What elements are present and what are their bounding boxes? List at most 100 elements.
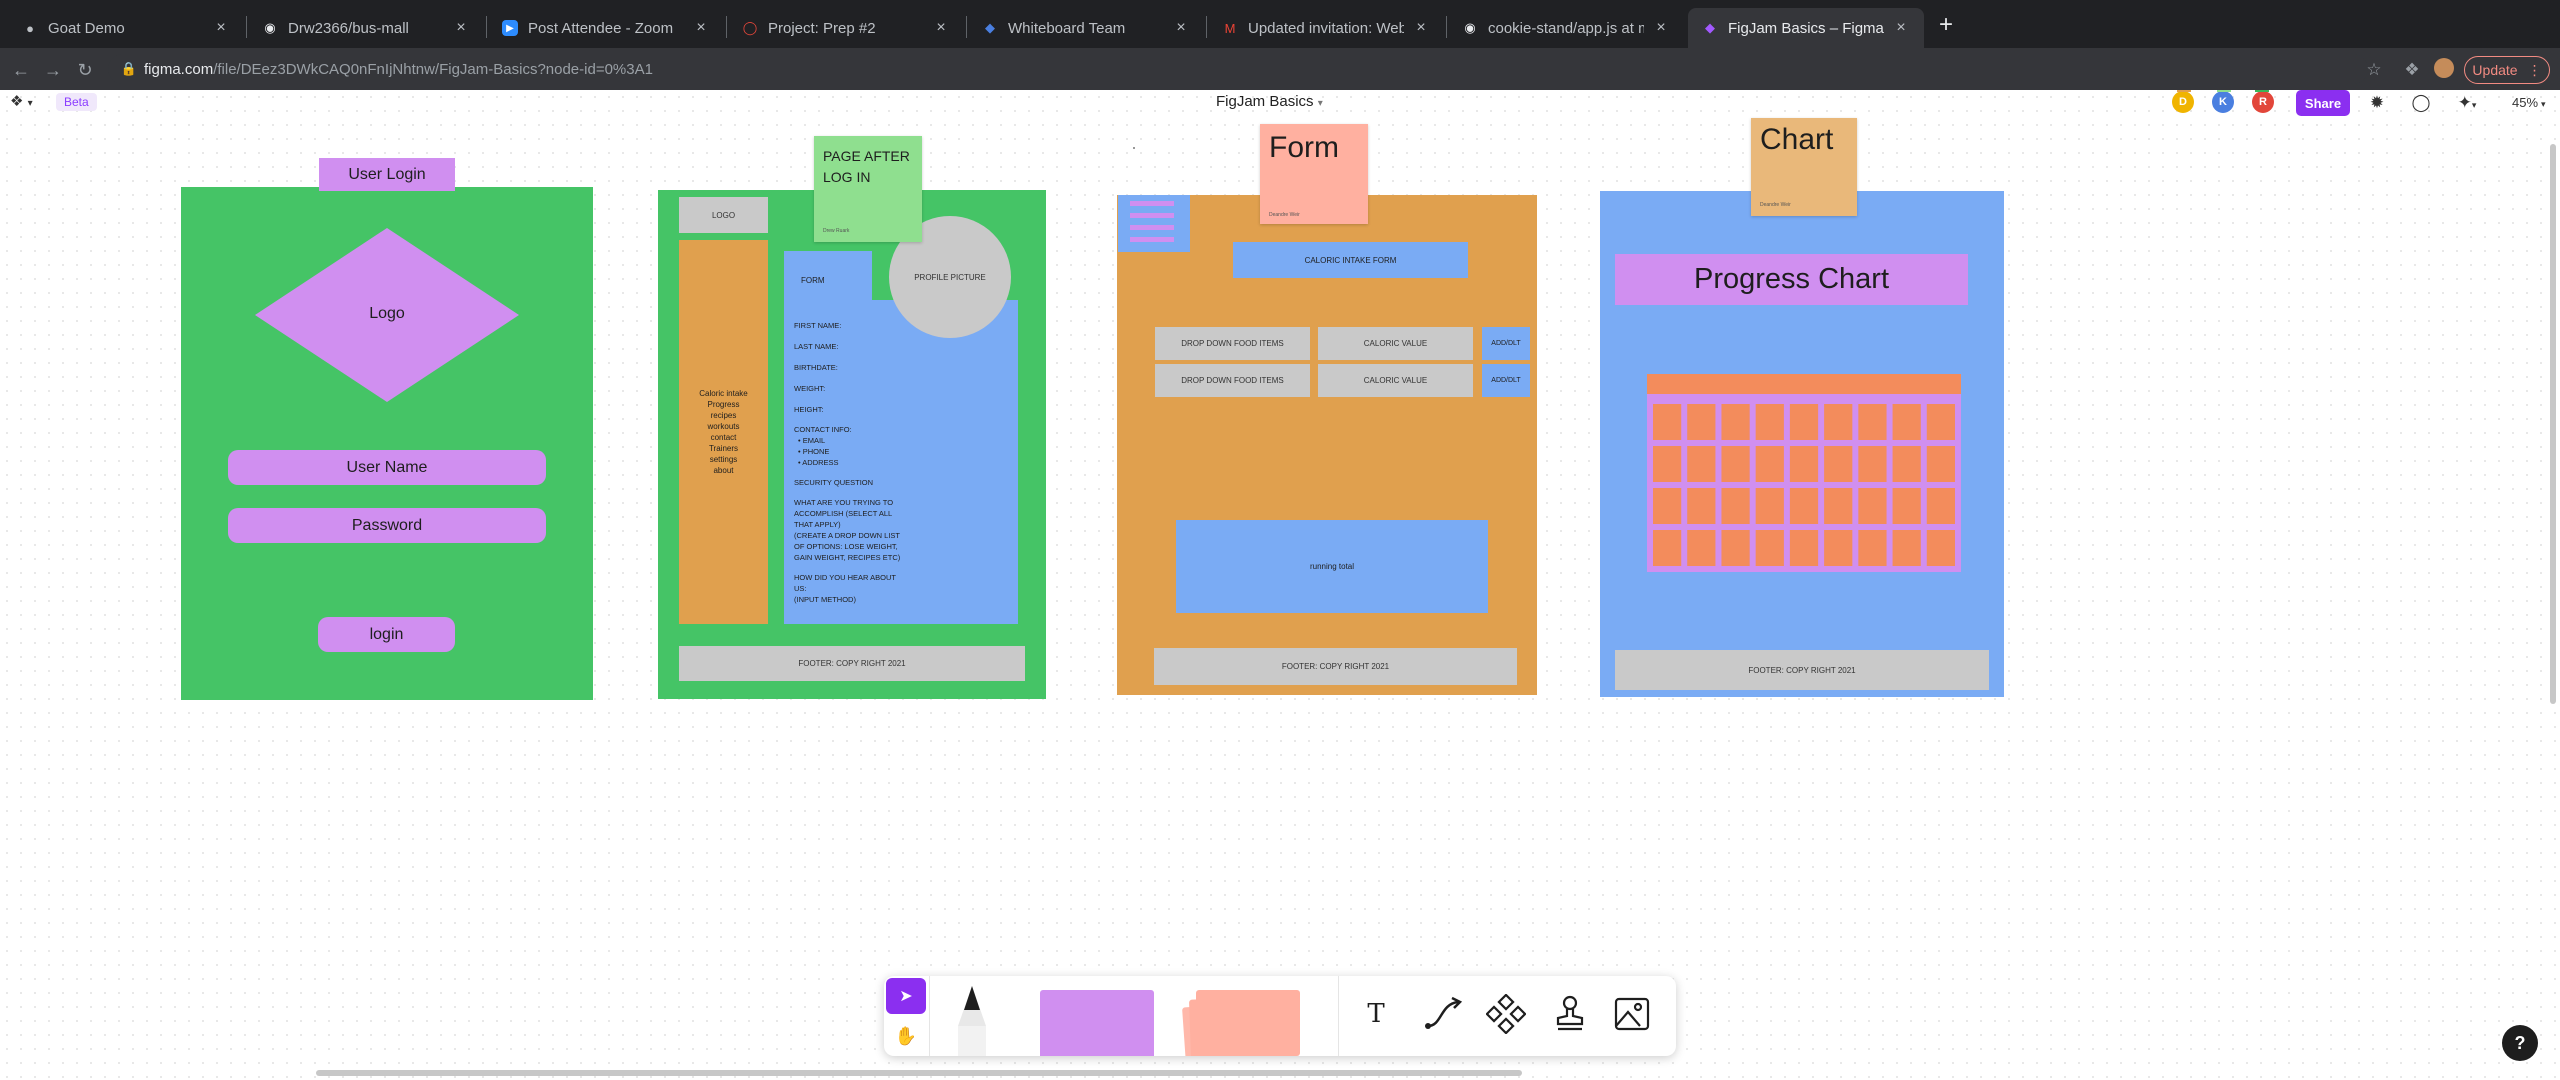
tab-zoom[interactable]: ▶ Post Attendee - Zoom × <box>488 8 724 48</box>
file-title[interactable]: FigJam Basics ▾ <box>1216 93 1323 110</box>
comment-icon[interactable]: ◯ <box>2410 93 2432 113</box>
form-field-label: US: <box>794 584 807 593</box>
running-total-box[interactable]: running total <box>1176 520 1488 613</box>
close-icon[interactable]: × <box>452 19 470 37</box>
share-button[interactable]: Share <box>2296 90 2350 116</box>
caloric-value-2[interactable]: CALORIC VALUE <box>1318 364 1473 397</box>
progress-chart-grid[interactable] <box>1647 374 1961 572</box>
sticky-note-chart[interactable]: Chart Deandre Weir <box>1751 118 1857 216</box>
username-field[interactable]: User Name <box>228 450 546 485</box>
hand-tool-button[interactable]: ✋ <box>886 1018 926 1054</box>
stamp-reaction-icon[interactable]: ✦▾ <box>2450 93 2484 113</box>
grid-cell <box>1858 446 1887 482</box>
hamburger-menu-box[interactable] <box>1118 195 1190 252</box>
avatar[interactable]: D <box>2172 91 2194 113</box>
zoom-level[interactable]: 45% ▾ <box>2512 95 2546 110</box>
form-footer[interactable]: FOOTER: COPY RIGHT 2021 <box>1154 648 1517 685</box>
tab-bus-mall[interactable]: ◉ Drw2366/bus-mall × <box>248 8 484 48</box>
marker-pen-tool[interactable] <box>954 986 990 1056</box>
login-title-box[interactable]: User Login <box>319 158 455 191</box>
form-field-label: WEIGHT: <box>794 384 826 393</box>
horizontal-scrollbar[interactable] <box>316 1070 1522 1076</box>
text-tool-button[interactable]: T <box>1354 994 1398 1034</box>
bottom-toolbar: ➤ ✋ T <box>884 976 1676 1056</box>
sticky-note-partial[interactable] <box>2255 90 2269 92</box>
sticky-note-partial[interactable] <box>2177 90 2191 92</box>
add-delete-button-2[interactable]: ADD/DLT <box>1482 364 1530 397</box>
help-button[interactable]: ? <box>2502 1025 2538 1061</box>
beta-badge: Beta <box>56 93 97 111</box>
sticky-note-form[interactable]: Form Deandre Weir <box>1260 124 1368 224</box>
bug-icon[interactable]: ✹ <box>2366 93 2388 113</box>
close-icon[interactable]: × <box>1412 19 1430 37</box>
tab-separator <box>1446 16 1447 38</box>
grid-cell <box>1926 404 1955 440</box>
shape-stack-tool[interactable] <box>1182 990 1304 1056</box>
caloric-value-1[interactable]: CALORIC VALUE <box>1318 327 1473 360</box>
more-vert-icon: ⋮ <box>2527 61 2542 78</box>
tab-label: FigJam Basics – Figma <box>1728 19 1884 37</box>
components-tool-button[interactable] <box>1486 994 1526 1034</box>
select-tool-button[interactable]: ➤ <box>886 978 926 1014</box>
reload-icon[interactable]: ↻ <box>72 57 98 83</box>
grid-cell <box>1892 530 1921 566</box>
close-icon[interactable]: × <box>932 19 950 37</box>
food-dropdown-1[interactable]: DROP DOWN FOOD ITEMS <box>1155 327 1310 360</box>
vertical-scrollbar[interactable] <box>2550 144 2556 704</box>
login-button-shape[interactable]: login <box>318 617 455 652</box>
grid-cell <box>1653 530 1682 566</box>
main-menu-button[interactable]: ❖ ▾ <box>10 92 33 110</box>
new-tab-button[interactable]: + <box>1932 12 1960 40</box>
close-icon[interactable]: × <box>1892 19 1910 37</box>
zoom-value: 45% <box>2512 95 2539 110</box>
password-field[interactable]: Password <box>228 508 546 543</box>
profile-icon[interactable] <box>2432 58 2456 82</box>
extensions-icon[interactable]: ❖ <box>2400 58 2424 82</box>
tab-label: Post Attendee - Zoom <box>528 19 674 37</box>
tab-figjam-basics[interactable]: ◆ FigJam Basics – Figma × <box>1688 8 1924 48</box>
url-text: figma.com/file/DEez3DWkCAQ0nFnIjNhtnw/Fi… <box>144 60 653 78</box>
add-delete-button-1[interactable]: ADD/DLT <box>1482 327 1530 360</box>
grid-cell <box>1721 530 1750 566</box>
form-field-label: BIRTHDATE: <box>794 363 838 372</box>
close-icon[interactable]: × <box>212 19 230 37</box>
back-icon[interactable]: ← <box>8 57 34 83</box>
lock-icon: 🔒 <box>120 61 138 76</box>
image-tool-button[interactable] <box>1612 994 1652 1034</box>
page-logo-box[interactable]: LOGO <box>679 197 768 233</box>
close-icon[interactable]: × <box>692 19 710 37</box>
form-field-label: HOW DID YOU HEAR ABOUT <box>794 573 896 582</box>
caloric-intake-form-header[interactable]: CALORIC INTAKE FORM <box>1233 242 1468 278</box>
chart-footer[interactable]: FOOTER: COPY RIGHT 2021 <box>1615 650 1989 690</box>
update-button[interactable]: Update ⋮ <box>2464 56 2550 84</box>
address-bar[interactable]: 🔒 figma.com/file/DEez3DWkCAQ0nFnIjNhtnw/… <box>108 54 2368 84</box>
sticky-note-page-after-login[interactable]: PAGE AFTER LOG IN Drew Ruark <box>814 136 922 242</box>
bookmark-star-icon[interactable]: ☆ <box>2362 58 2386 82</box>
close-icon[interactable]: × <box>1172 19 1190 37</box>
sticky-note-tool[interactable] <box>1040 990 1154 1056</box>
tab-project-prep[interactable]: ◯ Project: Prep #2 × <box>728 8 964 48</box>
sticky-note-partial[interactable] <box>2217 90 2231 92</box>
tab-cookie-stand[interactable]: ◉ cookie-stand/app.js at main · × <box>1448 8 1684 48</box>
forward-icon[interactable]: → <box>40 57 66 83</box>
tab-gmail-invitation[interactable]: M Updated invitation: Web Dev 4 × <box>1208 8 1444 48</box>
page-footer[interactable]: FOOTER: COPY RIGHT 2021 <box>679 646 1025 681</box>
tab-goat-demo[interactable]: ● Goat Demo × <box>8 8 244 48</box>
sidebar-item-recipes: recipes <box>710 411 737 420</box>
grid-cell <box>1926 488 1955 524</box>
file-title-text: FigJam Basics <box>1216 93 1314 110</box>
avatar[interactable]: K <box>2212 91 2234 113</box>
avatar[interactable]: R <box>2252 91 2274 113</box>
connector-tool-button[interactable] <box>1422 994 1466 1034</box>
close-icon[interactable]: × <box>1652 19 1670 37</box>
page-sidebar[interactable]: Caloric intake Progress recipes workouts… <box>679 240 768 624</box>
tab-whiteboard-team[interactable]: ◆ Whiteboard Team × <box>968 8 1204 48</box>
sidebar-item-contact: contact <box>710 433 737 442</box>
food-dropdown-2[interactable]: DROP DOWN FOOD ITEMS <box>1155 364 1310 397</box>
stamp-tool-button[interactable] <box>1550 994 1590 1034</box>
menu-line <box>1130 213 1174 218</box>
progress-chart-title[interactable]: Progress Chart <box>1615 254 1968 305</box>
text-t-icon: T <box>1367 999 1385 1029</box>
stack-layer <box>1196 990 1300 1056</box>
profile-picture-label: PROFILE PICTURE <box>914 272 986 282</box>
